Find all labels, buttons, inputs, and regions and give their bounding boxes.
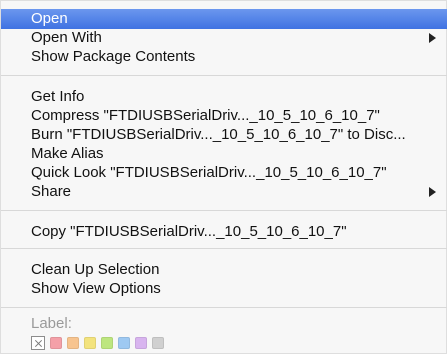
menu-item-open-with-label: Open With bbox=[31, 29, 102, 46]
menu-separator bbox=[1, 248, 447, 249]
menu-item-make-alias-label: Make Alias bbox=[31, 145, 104, 162]
finder-context-menu: Open Open With Show Package Contents Get… bbox=[0, 0, 447, 354]
menu-item-open-label: Open bbox=[31, 10, 68, 27]
submenu-arrow-icon bbox=[429, 33, 436, 43]
menu-item-get-info-label: Get Info bbox=[31, 88, 85, 105]
no-label-icon[interactable] bbox=[31, 336, 45, 350]
menu-item-show-view-options-label: Show View Options bbox=[31, 280, 161, 297]
menu-item-quick-look[interactable]: Quick Look "FTDIUSBSerialDriv..._10_5_10… bbox=[1, 163, 447, 183]
label-gray-swatch[interactable] bbox=[152, 337, 164, 349]
submenu-arrow-icon bbox=[429, 187, 436, 197]
menu-item-copy[interactable]: Copy "FTDIUSBSerialDriv..._10_5_10_6_10_… bbox=[1, 222, 447, 242]
menu-item-copy-label: Copy "FTDIUSBSerialDriv..._10_5_10_6_10_… bbox=[31, 223, 347, 240]
menu-item-show-package-contents[interactable]: Show Package Contents bbox=[1, 47, 447, 67]
menu-item-clean-up-selection-label: Clean Up Selection bbox=[31, 261, 160, 278]
menu-item-open-with[interactable]: Open With bbox=[1, 28, 447, 48]
menu-item-share[interactable]: Share bbox=[1, 182, 447, 202]
menu-item-compress[interactable]: Compress "FTDIUSBSerialDriv..._10_5_10_6… bbox=[1, 106, 447, 126]
menu-item-quick-look-label: Quick Look "FTDIUSBSerialDriv..._10_5_10… bbox=[31, 164, 387, 181]
menu-item-get-info[interactable]: Get Info bbox=[1, 87, 447, 107]
label-yellow-swatch[interactable] bbox=[84, 337, 96, 349]
menu-item-share-label: Share bbox=[31, 183, 72, 200]
menu-separator bbox=[1, 75, 447, 76]
menu-item-clean-up-selection[interactable]: Clean Up Selection bbox=[1, 260, 447, 280]
label-blue-swatch[interactable] bbox=[118, 337, 130, 349]
menu-item-compress-label: Compress "FTDIUSBSerialDriv..._10_5_10_6… bbox=[31, 107, 380, 124]
label-section-title: Label: bbox=[31, 315, 72, 332]
label-color-row bbox=[31, 335, 164, 351]
menu-item-show-package-contents-label: Show Package Contents bbox=[31, 48, 196, 65]
menu-item-burn-label: Burn "FTDIUSBSerialDriv..._10_5_10_6_10_… bbox=[31, 126, 406, 143]
label-green-swatch[interactable] bbox=[101, 337, 113, 349]
menu-item-open[interactable]: Open bbox=[1, 9, 447, 29]
menu-item-make-alias[interactable]: Make Alias bbox=[1, 144, 447, 164]
menu-separator bbox=[1, 210, 447, 211]
menu-item-burn[interactable]: Burn "FTDIUSBSerialDriv..._10_5_10_6_10_… bbox=[1, 125, 447, 145]
label-purple-swatch[interactable] bbox=[135, 337, 147, 349]
menu-separator bbox=[1, 307, 447, 308]
menu-item-show-view-options[interactable]: Show View Options bbox=[1, 279, 447, 299]
label-orange-swatch[interactable] bbox=[67, 337, 79, 349]
label-red-swatch[interactable] bbox=[50, 337, 62, 349]
